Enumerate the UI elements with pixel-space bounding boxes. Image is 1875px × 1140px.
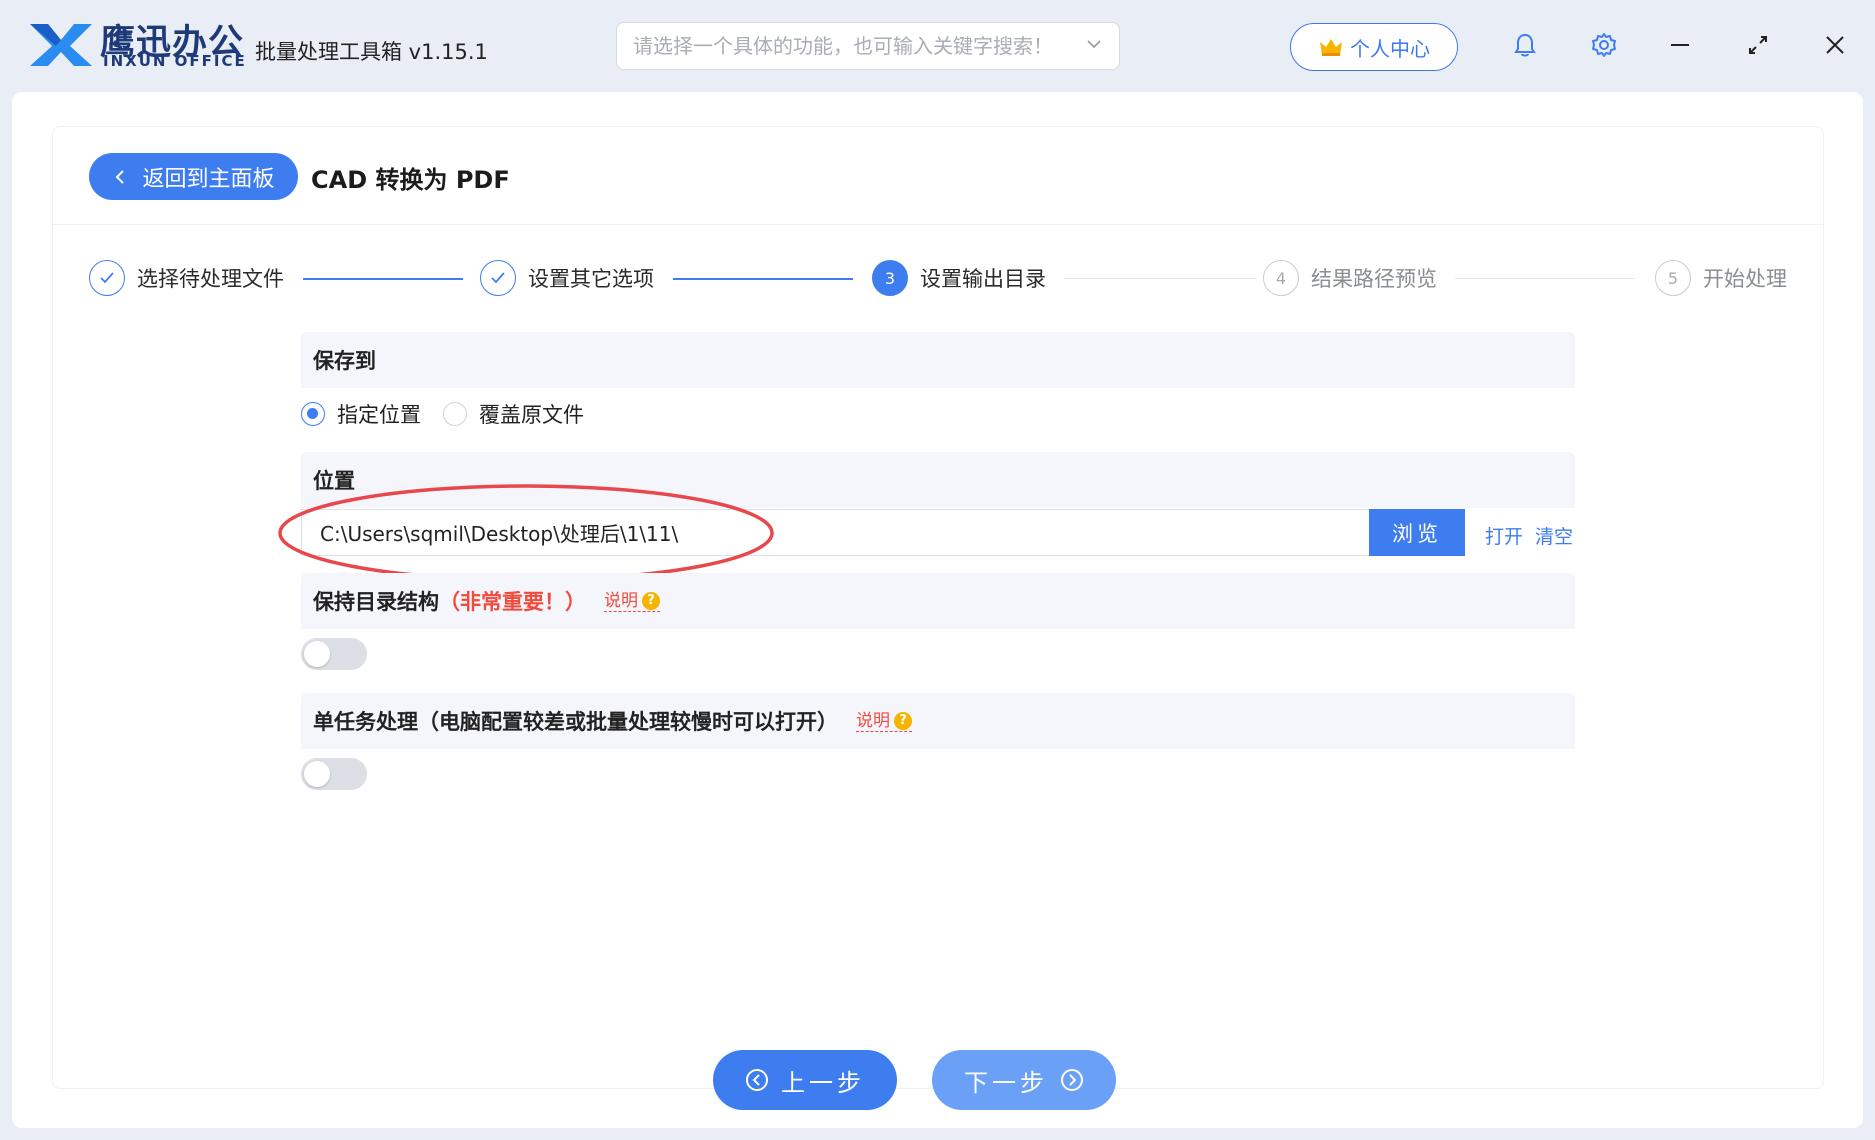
back-label: 返回到主面板 [142,166,275,192]
important-note: （非常重要！） [439,590,586,614]
inxun-logo-icon [30,24,92,66]
radio-specified-location[interactable] [301,402,325,426]
step-start-processing[interactable]: 5 开始处理 [1655,260,1787,296]
step-label: 开始处理 [1703,267,1787,291]
step-select-files[interactable]: 选择待处理文件 [89,260,284,296]
chevron-down-icon[interactable] [1085,35,1103,53]
clear-link[interactable]: 清空 [1535,522,1573,549]
step-number: 3 [872,260,908,296]
arrow-left-circle-icon [746,1069,768,1091]
bell-icon[interactable] [1510,30,1540,60]
maximize-icon[interactable] [1743,30,1773,60]
previous-step-label: 上一步 [781,1068,865,1097]
page-title: CAD 转换为 PDF [311,166,510,194]
arrow-right-circle-icon [1061,1069,1083,1091]
explain-label: 说明 [604,590,638,611]
save-to-heading-text: 保存到 [313,349,376,373]
step-label: 选择待处理文件 [137,267,284,291]
step-label: 设置其它选项 [528,267,654,291]
step-connector [1455,278,1635,279]
single-task-toggle[interactable] [301,758,367,790]
minimize-icon[interactable] [1665,30,1695,60]
user-center-button[interactable]: 个人中心 [1290,23,1458,71]
explain-link[interactable]: 说明 ? [856,711,912,732]
save-to-heading: 保存到 [301,332,1575,388]
highlight-ellipse [278,484,774,582]
step-path-preview[interactable]: 4 结果路径预览 [1263,260,1437,296]
check-icon [480,260,516,296]
function-search[interactable] [616,22,1120,70]
single-task-heading-text: 单任务处理（电脑配置较差或批量处理较慢时可以打开） [313,710,838,734]
browse-button[interactable]: 浏览 [1369,509,1465,556]
step-connector [673,278,853,280]
chevron-left-icon [116,169,125,184]
title-bar: 鹰迅办公 INXUN OFFICE 批量处理工具箱 v1.15.1 个人中心 [0,0,1875,92]
back-to-dashboard-button[interactable]: 返回到主面板 [89,153,298,200]
app-title: 批量处理工具箱 v1.15.1 [255,40,488,64]
explain-label: 说明 [856,710,890,731]
explain-link[interactable]: 说明 ? [604,591,660,612]
save-to-options: 指定位置 覆盖原文件 [301,399,606,429]
step-connector [1065,278,1255,279]
radio-label[interactable]: 覆盖原文件 [479,399,584,429]
question-icon: ? [642,591,660,610]
open-link[interactable]: 打开 [1485,522,1523,549]
question-icon: ? [894,711,912,730]
search-input[interactable] [633,31,1073,61]
gear-icon[interactable] [1589,30,1619,60]
step-connector [303,278,463,280]
check-icon [89,260,125,296]
keep-structure-heading-text: 保持目录结构 [313,590,439,614]
brand-name-en: INXUN OFFICE [103,52,247,70]
crown-icon [1320,39,1342,56]
header-divider [53,224,1823,225]
radio-label[interactable]: 指定位置 [337,399,421,429]
close-icon[interactable] [1820,30,1850,60]
radio-overwrite-original[interactable] [443,402,467,426]
keep-structure-heading: 保持目录结构 （非常重要！） 说明 ? [301,573,1575,629]
next-step-label: 下一步 [964,1068,1048,1097]
step-output-dir[interactable]: 3 设置输出目录 [872,260,1046,296]
step-label: 结果路径预览 [1311,267,1437,291]
single-task-heading: 单任务处理（电脑配置较差或批量处理较慢时可以打开） 说明 ? [301,693,1575,749]
step-other-options[interactable]: 设置其它选项 [480,260,654,296]
step-number: 5 [1655,260,1691,296]
step-number: 4 [1263,260,1299,296]
next-step-button[interactable]: 下一步 [932,1050,1116,1110]
previous-step-button[interactable]: 上一步 [713,1050,897,1110]
keep-structure-toggle[interactable] [301,638,367,670]
user-center-label: 个人中心 [1350,36,1430,61]
step-label: 设置输出目录 [920,267,1046,291]
